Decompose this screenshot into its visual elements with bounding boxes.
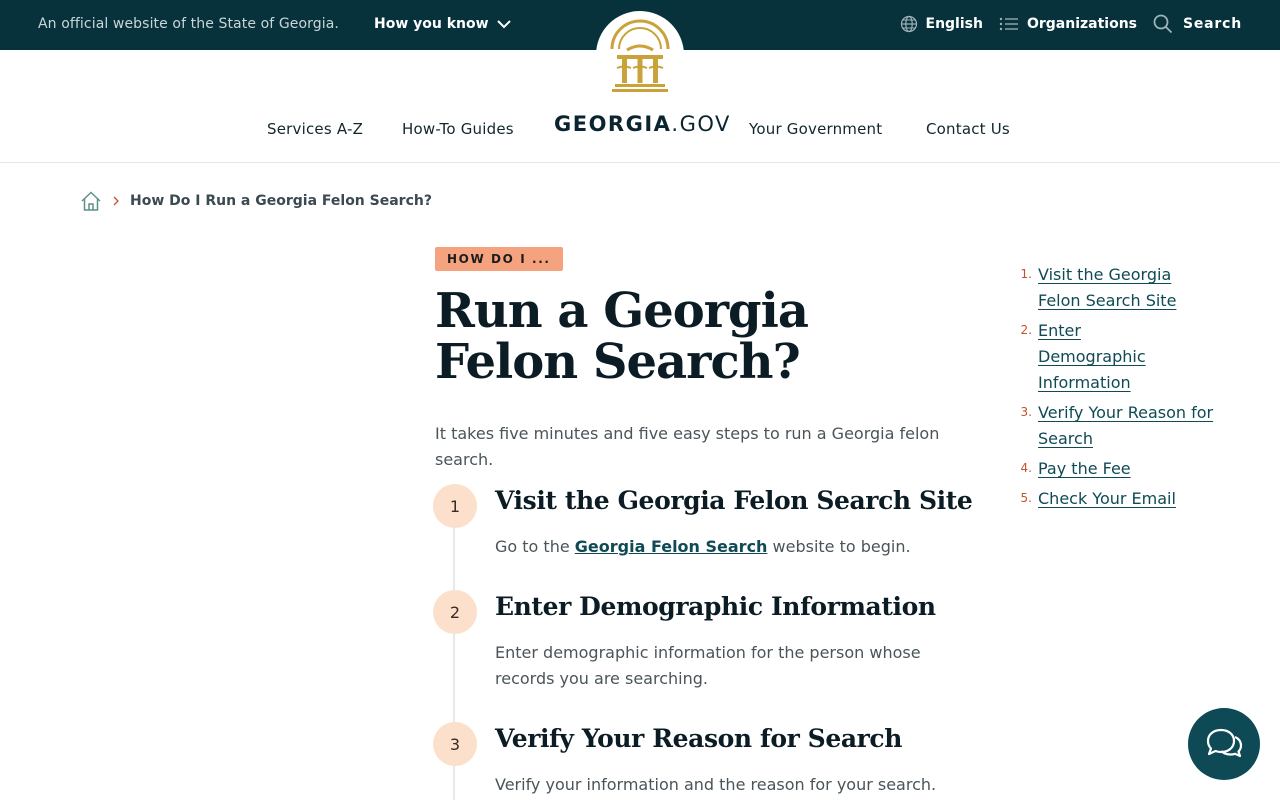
- step-number: 2: [433, 590, 477, 634]
- list-icon: [999, 17, 1018, 31]
- brand-domain: .GOV: [671, 112, 731, 136]
- how-you-know-label: How you know: [374, 16, 489, 32]
- georgia-felon-search-link[interactable]: Georgia Felon Search: [575, 537, 768, 556]
- language-selector[interactable]: English: [900, 15, 983, 33]
- table-of-contents: 1. Visit the Georgia Felon Search Site 2.…: [1018, 262, 1218, 516]
- how-you-know-toggle[interactable]: How you know: [374, 16, 511, 32]
- nav-contact-us[interactable]: Contact Us: [926, 120, 1010, 138]
- toc-item: 4. Pay the Fee: [1018, 456, 1218, 482]
- georgia-gov-logo[interactable]: GEORGIA.GOV: [554, 112, 731, 136]
- brand-name: GEORGIA: [554, 112, 672, 136]
- step-text-after: website to begin.: [767, 537, 911, 556]
- step-text: Go to the Georgia Felon Search website t…: [495, 534, 965, 560]
- chat-bubbles-icon: [1206, 728, 1243, 758]
- chat-button[interactable]: [1188, 708, 1260, 780]
- breadcrumb: How Do I Run a Georgia Felon Search?: [80, 190, 432, 212]
- step-text: Verify your information and the reason f…: [495, 775, 937, 794]
- category-badge: HOW DO I ...: [435, 247, 563, 271]
- toc-item: 2. Enter Demographic Information: [1018, 318, 1218, 396]
- search-label: Search: [1183, 16, 1242, 32]
- home-icon[interactable]: [80, 190, 102, 212]
- organizations-link[interactable]: Organizations: [999, 16, 1137, 32]
- step-heading: Enter Demographic Information: [495, 592, 936, 621]
- globe-icon: [900, 15, 917, 33]
- search-icon: [1153, 14, 1173, 34]
- nav-your-government[interactable]: Your Government: [749, 120, 882, 138]
- intro-text: It takes five minutes and five easy step…: [435, 424, 940, 469]
- page-title: Run a Georgia Felon Search?: [435, 283, 809, 390]
- toc-number: 2.: [1020, 323, 1032, 337]
- toc-link-demographic-info[interactable]: Enter Demographic Information: [1038, 318, 1158, 396]
- toc-number: 4.: [1020, 461, 1032, 475]
- step-number: 1: [433, 484, 477, 528]
- toc-link-check-email[interactable]: Check Your Email: [1038, 486, 1176, 512]
- toc-number: 3.: [1020, 405, 1032, 419]
- chevron-down-icon: [496, 20, 511, 29]
- official-site-text: An official website of the State of Geor…: [38, 16, 339, 32]
- state-seal-icon: [610, 19, 670, 92]
- language-label: English: [925, 16, 983, 32]
- toc-number: 5.: [1020, 491, 1032, 505]
- toc-link-pay-fee[interactable]: Pay the Fee: [1038, 456, 1131, 482]
- nav-how-to-guides[interactable]: How-To Guides: [402, 120, 514, 138]
- search-button[interactable]: Search: [1153, 14, 1242, 34]
- toc-item: 3. Verify Your Reason for Search: [1018, 400, 1218, 452]
- step-text-before: Go to the: [495, 537, 575, 556]
- toc-link-visit-site[interactable]: Visit the Georgia Felon Search Site: [1038, 262, 1218, 314]
- chevron-right-icon: [113, 196, 119, 206]
- state-seal[interactable]: [596, 11, 684, 99]
- toc-number: 1.: [1020, 267, 1032, 281]
- toc-item: 1. Visit the Georgia Felon Search Site: [1018, 262, 1218, 314]
- breadcrumb-current: How Do I Run a Georgia Felon Search?: [130, 193, 432, 209]
- step-text: Enter demographic information for the pe…: [495, 643, 921, 688]
- toc-link-verify-reason[interactable]: Verify Your Reason for Search: [1038, 400, 1218, 452]
- step-number: 3: [433, 722, 477, 766]
- organizations-label: Organizations: [1026, 16, 1137, 32]
- toc-item: 5. Check Your Email: [1018, 486, 1218, 512]
- nav-services-a-z[interactable]: Services A-Z: [267, 120, 363, 138]
- step-heading: Visit the Georgia Felon Search Site: [495, 486, 973, 515]
- step-heading: Verify Your Reason for Search: [495, 724, 903, 753]
